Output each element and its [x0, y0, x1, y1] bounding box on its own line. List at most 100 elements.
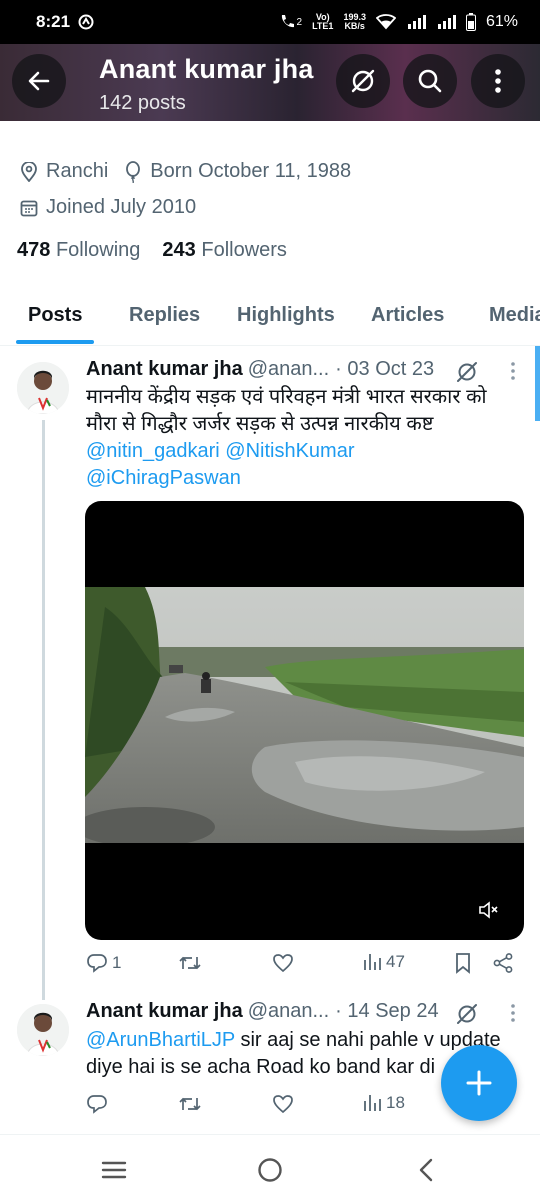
scrollbar[interactable] — [535, 346, 540, 421]
profile-joined: Joined July 2010 — [46, 196, 197, 218]
profile-tabs: Posts Replies Highlights Articles Media — [0, 294, 540, 346]
signal-icon-2 — [436, 14, 456, 30]
battery-icon — [465, 13, 476, 31]
more-vertical-icon — [494, 68, 502, 94]
home-button[interactable] — [255, 1155, 285, 1185]
volte-indicator: Vo) LTE1 — [312, 12, 334, 31]
repost-icon — [178, 952, 202, 974]
following-label: Following — [55, 239, 141, 261]
tweet-more-icon[interactable] — [503, 1003, 523, 1023]
network-speed: 199.3 KB/s — [343, 12, 366, 31]
profile-birthdate: Born October 11, 1988 — [150, 160, 352, 182]
share-button[interactable] — [492, 952, 514, 974]
clock: 8:21 — [36, 12, 71, 31]
mention-link[interactable]: @ArunBhartiLJP — [86, 1029, 235, 1051]
search-icon — [417, 68, 443, 94]
reply-icon — [86, 1093, 108, 1115]
repost-button[interactable] — [178, 952, 202, 974]
views-count: 18 — [386, 1093, 405, 1112]
reply-button[interactable] — [86, 1093, 108, 1115]
tweet-author-name[interactable]: Anant kumar jha — [86, 1000, 243, 1023]
compose-post-button[interactable] — [441, 1045, 517, 1121]
follow-stats: 478 Following 243 Followers — [17, 239, 287, 262]
tweet-body: माननीय केंद्रीय सड़क एवं परिवहन मंत्री भ… — [86, 386, 487, 435]
profile-meta-line-2: Joined July 2010 — [18, 196, 196, 219]
mention-link[interactable]: @nitin_gadkari — [86, 440, 220, 462]
analytics-icon — [362, 1093, 382, 1113]
tweet-header: Anant kumar jha @anan... · 03 Oct 23 — [86, 358, 434, 381]
bookmark-button[interactable] — [454, 952, 472, 974]
grok-button[interactable] — [336, 54, 390, 108]
balloon-icon — [122, 160, 144, 183]
tweet-author-name[interactable]: Anant kumar jha — [86, 358, 243, 381]
tab-posts[interactable]: Posts — [28, 304, 82, 327]
thread-line — [42, 420, 45, 1000]
tab-media[interactable]: Media — [489, 304, 540, 327]
heart-icon — [272, 952, 294, 974]
followers-link[interactable]: 243 Followers — [162, 239, 287, 262]
chevron-left-icon — [418, 1158, 434, 1182]
share-icon — [492, 952, 514, 974]
tweet-author-handle[interactable]: @anan... — [248, 1000, 329, 1023]
like-button[interactable] — [272, 1093, 294, 1115]
heart-icon — [272, 1093, 294, 1115]
profile-header: Anant kumar jha 142 posts — [0, 44, 540, 121]
status-bar: 8:21 2 Vo) LTE1 199.3 KB/s 61% — [0, 0, 540, 44]
calendar-icon — [18, 197, 40, 219]
recent-apps-icon — [101, 1160, 127, 1180]
plus-icon — [465, 1069, 493, 1097]
repost-button[interactable] — [178, 1093, 202, 1115]
following-count: 478 — [17, 239, 51, 261]
tab-articles[interactable]: Articles — [371, 304, 444, 327]
like-button[interactable] — [272, 952, 294, 974]
location-pin-icon — [18, 161, 40, 183]
volume-mute-icon[interactable] — [477, 899, 499, 921]
tweet-more-icon[interactable] — [503, 361, 523, 381]
tab-replies[interactable]: Replies — [129, 304, 200, 327]
tweet-author-handle[interactable]: @anan... — [248, 358, 329, 381]
mention-link[interactable]: @NitishKumar — [225, 440, 354, 462]
reply-icon — [86, 952, 108, 974]
reply-button[interactable]: 1 — [86, 952, 121, 974]
grok-icon[interactable] — [455, 360, 479, 384]
tweet-actions: 1 47 — [86, 952, 516, 980]
back-button[interactable] — [12, 54, 66, 108]
views-count: 47 — [386, 952, 405, 971]
avatar[interactable] — [17, 362, 69, 414]
search-button[interactable] — [403, 54, 457, 108]
followers-count: 243 — [162, 239, 196, 261]
bookmark-icon — [454, 952, 472, 974]
more-options-button[interactable] — [471, 54, 525, 108]
tweet-video[interactable] — [85, 501, 524, 940]
following-link[interactable]: 478 Following — [17, 239, 140, 262]
sim-call-icon: 2 — [278, 13, 302, 31]
system-navigation-bar — [0, 1134, 540, 1200]
post-count: 142 posts — [99, 92, 186, 114]
reply-count: 1 — [112, 953, 122, 972]
grok-icon — [349, 67, 377, 95]
arrow-left-icon — [26, 68, 52, 94]
app-notification-icon — [78, 14, 94, 30]
tab-highlights[interactable]: Highlights — [237, 304, 335, 327]
tweet-date[interactable]: · 03 Oct 23 — [335, 358, 434, 381]
followers-label: Followers — [201, 239, 287, 261]
active-tab-indicator — [16, 340, 94, 344]
profile-location: Ranchi — [46, 160, 109, 182]
views-button[interactable]: 18 — [362, 1093, 405, 1113]
views-button[interactable]: 47 — [362, 952, 405, 972]
battery-percent: 61% — [485, 13, 518, 30]
video-frame — [85, 587, 524, 843]
profile-meta-line-1: Ranchi Born October 11, 1988 — [18, 160, 351, 183]
system-back-button[interactable] — [411, 1155, 441, 1185]
avatar[interactable] — [17, 1004, 69, 1056]
profile-name: Anant kumar jha — [99, 54, 314, 84]
tweet-date[interactable]: · 14 Sep 24 — [335, 1000, 438, 1023]
analytics-icon — [362, 952, 382, 972]
wifi-icon — [375, 14, 396, 30]
tweet-header: Anant kumar jha @anan... · 14 Sep 24 — [86, 1000, 439, 1023]
mention-link[interactable]: @iChiragPaswan — [86, 467, 241, 489]
grok-icon[interactable] — [455, 1002, 479, 1026]
repost-icon — [178, 1093, 202, 1115]
recent-apps-button[interactable] — [99, 1155, 129, 1185]
home-circle-icon — [257, 1157, 283, 1183]
